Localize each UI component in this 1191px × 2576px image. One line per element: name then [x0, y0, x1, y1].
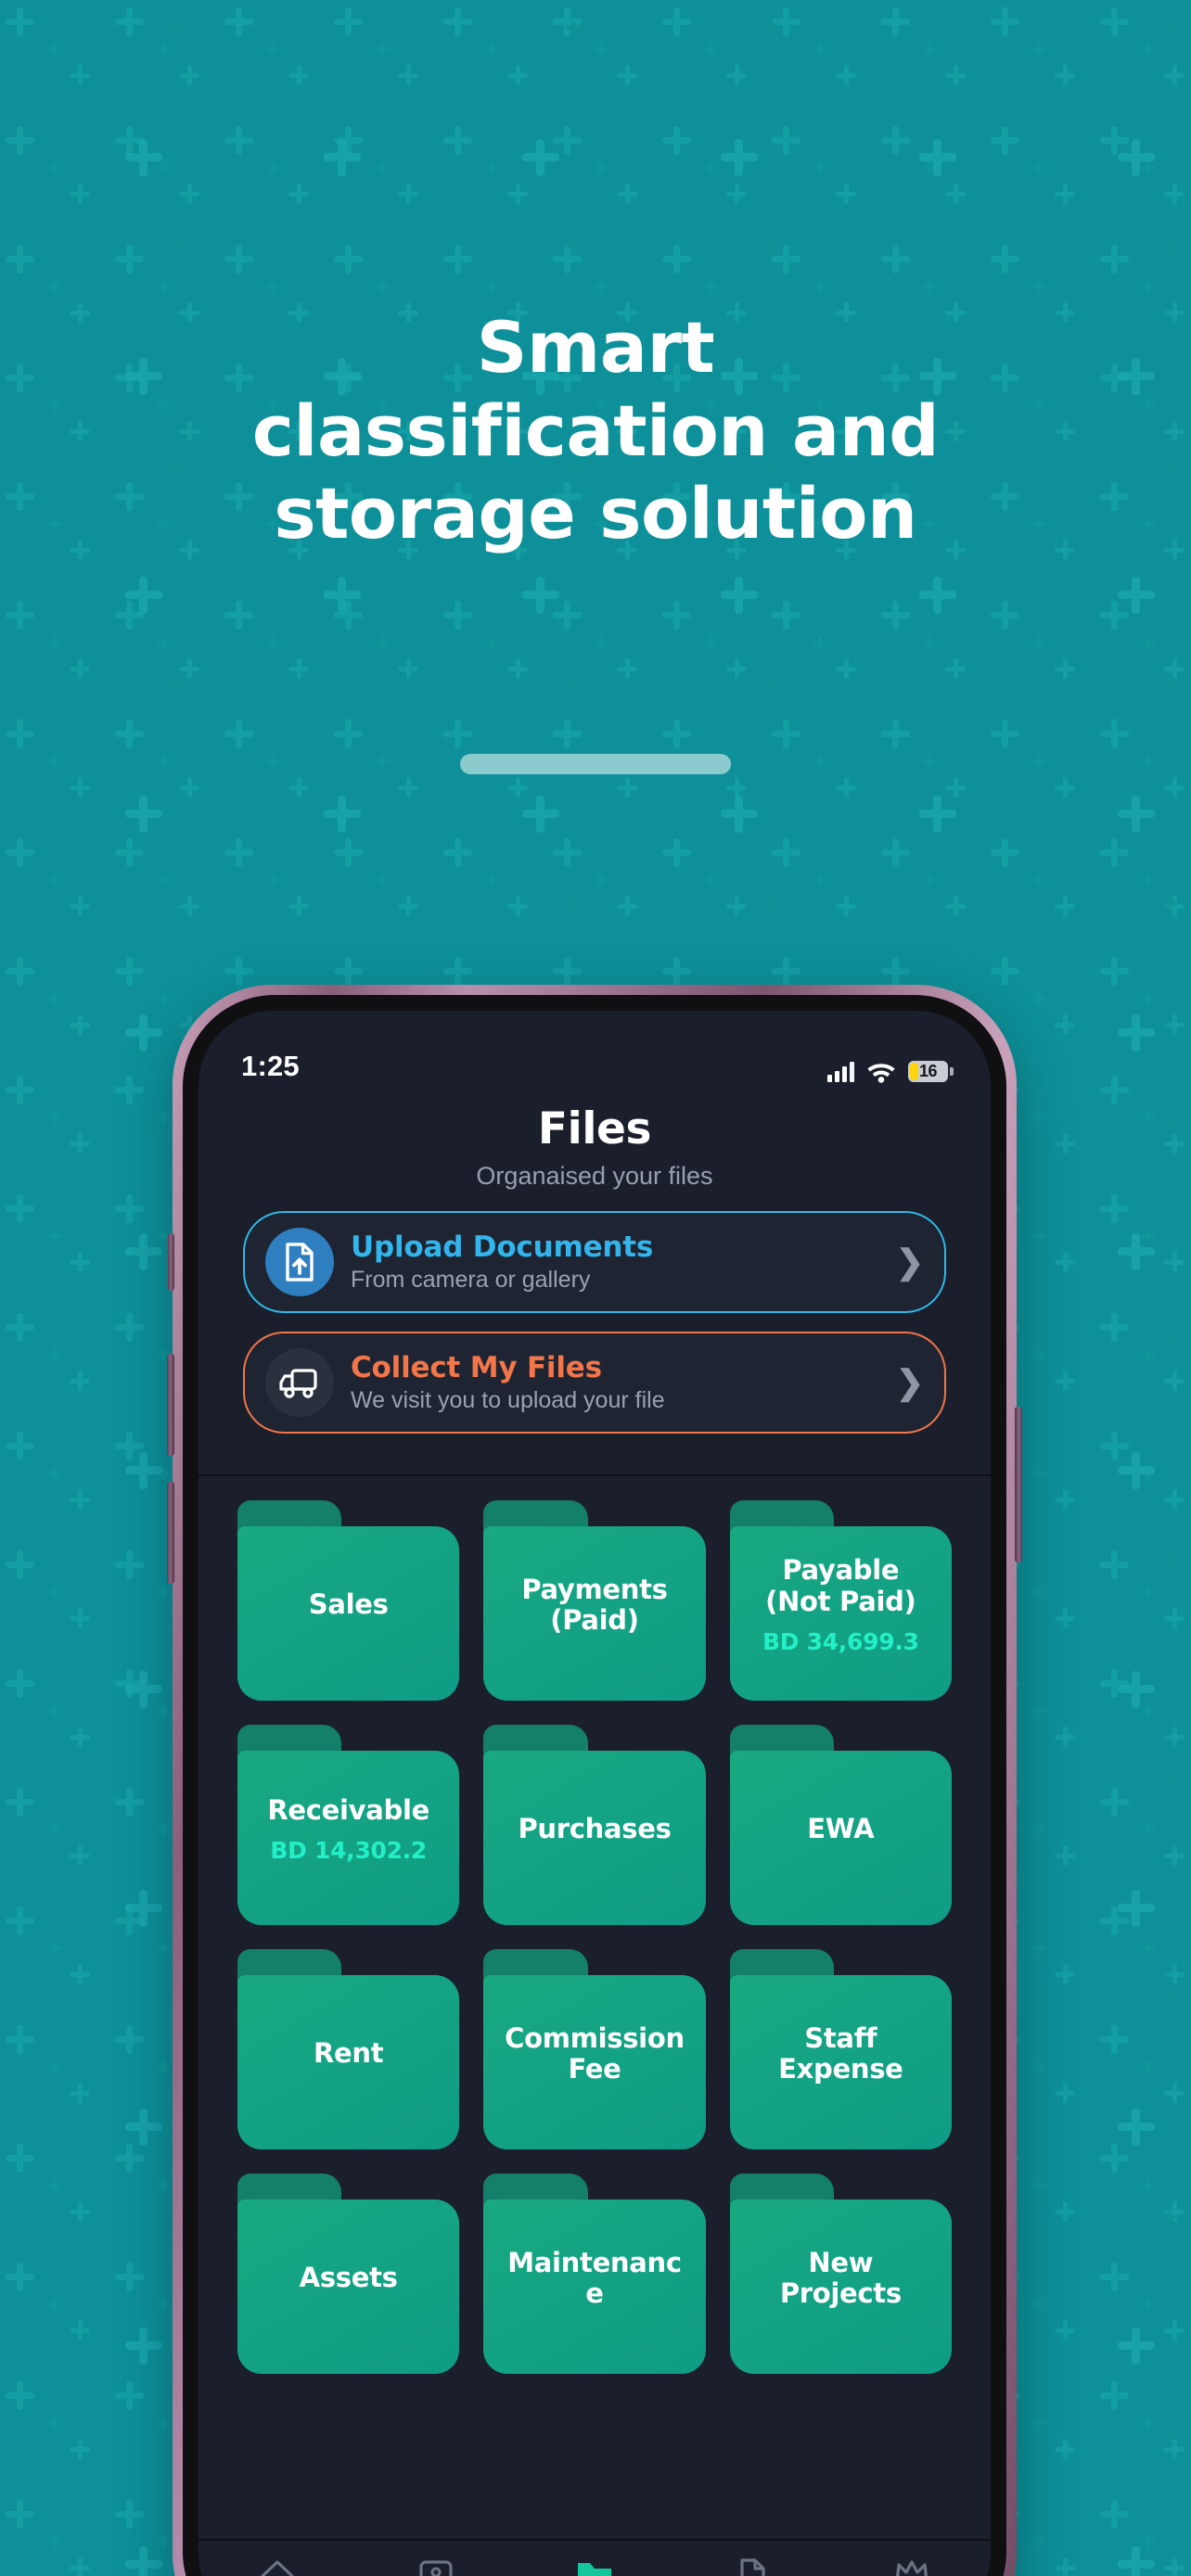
promo-headline-block: Smart classification and storage solutio… [0, 306, 1191, 555]
home-icon [261, 2560, 294, 2576]
folder-item[interactable]: Purchases [483, 1725, 706, 1925]
folder-labels: New Projects [743, 2188, 939, 2357]
volume-down-button[interactable] [167, 1482, 174, 1584]
nav-item-files[interactable] [516, 2557, 674, 2576]
upload-documents-title: Upload Documents [351, 1231, 654, 1264]
folder-labels: Payments (Paid) [496, 1515, 692, 1684]
folder-item[interactable]: Payable (Not Paid) BD 34,699.3 [729, 1500, 952, 1701]
folder-name: Payments (Paid) [521, 1573, 668, 1636]
nav-item-cards[interactable] [357, 2557, 516, 2576]
folder-labels: Rent [250, 1964, 446, 2133]
folder-labels: Assets [250, 2188, 446, 2357]
battery-icon: 16 [908, 1061, 954, 1082]
nav-item-home[interactable] [198, 2557, 357, 2576]
folder-amount: BD 34,699.3 [762, 1627, 919, 1655]
upload-documents-subtitle: From camera or gallery [351, 1267, 591, 1293]
screen-subtitle: Organaised your files [476, 1162, 713, 1190]
folder-name: Sales [308, 1588, 389, 1621]
battery-level: 16 [918, 1062, 938, 1080]
folder-name: Assets [299, 2262, 398, 2294]
crown-icon [895, 2560, 928, 2576]
folder-name: New Projects [779, 2246, 902, 2309]
folder-name: Commission Fee [505, 2021, 685, 2085]
folder-item[interactable]: Rent [237, 1949, 460, 2149]
folder-name: Staff Expense [778, 2021, 903, 2085]
folder-item[interactable]: Receivable BD 14,302.2 [237, 1725, 460, 1925]
delivery-truck-icon [265, 1348, 334, 1417]
app-header: Files Organaised your files [198, 1090, 991, 1191]
upload-documents-card[interactable]: Upload Documents From camera or gallery … [243, 1211, 946, 1313]
collect-my-files-title: Collect My Files [351, 1351, 602, 1384]
folder-item[interactable]: Payments (Paid) [483, 1500, 706, 1701]
nav-item-rewards[interactable] [832, 2557, 991, 2576]
status-bar: 1:25 16 [198, 1011, 991, 1090]
wifi-icon [867, 1064, 895, 1083]
folder-labels: Purchases [496, 1740, 692, 1908]
folder-name: Purchases [518, 1813, 672, 1845]
carousel-indicator[interactable] [460, 754, 731, 774]
folder-item[interactable]: Staff Expense [729, 1949, 952, 2149]
collect-my-files-card[interactable]: Collect My Files We visit you to upload … [243, 1332, 946, 1434]
headline-line-3: storage solution [274, 472, 917, 555]
folder-name: Maintenanc e [507, 2246, 682, 2309]
folder-item[interactable]: Commission Fee [483, 1949, 706, 2149]
headline-line-2: classification and [251, 389, 940, 472]
folder-grid: Sales Payments (Paid) Payable (Not Paid) BD 3… [237, 1500, 952, 2374]
cellular-signal-icon [827, 1061, 854, 1082]
folder-labels: Staff Expense [743, 1964, 939, 2133]
folder-labels: Sales [250, 1515, 446, 1684]
folder-labels: Receivable BD 14,302.2 [250, 1740, 446, 1908]
folder-item[interactable]: New Projects [729, 2174, 952, 2374]
nav-item-documents[interactable] [673, 2557, 832, 2576]
volume-up-button[interactable] [167, 1354, 174, 1456]
folder-name: Receivable [267, 1793, 429, 1826]
folder-item[interactable]: Maintenanc e [483, 2174, 706, 2374]
chevron-right-icon[interactable]: ❯ [892, 1366, 924, 1399]
folder-amount: BD 14,302.2 [270, 1837, 427, 1865]
silence-switch[interactable] [168, 1233, 174, 1291]
phone-screen: 1:25 16 Files Organaised your files Uplo… [198, 1011, 991, 2576]
power-button[interactable] [1015, 1407, 1022, 1562]
phone-mockup: 1:25 16 Files Organaised your files Uplo… [167, 985, 1022, 2576]
folder-item[interactable]: EWA [729, 1725, 952, 1925]
screen-title: Files [537, 1103, 652, 1154]
folder-name: Rent [314, 2037, 384, 2070]
folder-item[interactable]: Assets [237, 2174, 460, 2374]
folder-labels: Maintenanc e [496, 2188, 692, 2357]
action-card-list: Upload Documents From camera or gallery … [198, 1191, 991, 1474]
folder-grid-section: Sales Payments (Paid) Payable (Not Paid) BD 3… [198, 1476, 991, 2374]
page-title: Smart classification and storage solutio… [0, 306, 1191, 555]
folder-item[interactable]: Sales [237, 1500, 460, 1701]
status-clock: 1:25 [241, 1050, 300, 1082]
chevron-right-icon[interactable]: ❯ [892, 1245, 924, 1279]
id-card-icon [419, 2560, 453, 2576]
folder-icon [577, 2563, 611, 2576]
document-upload-icon [265, 1228, 334, 1296]
folder-labels: Payable (Not Paid) BD 34,699.3 [743, 1515, 939, 1684]
folder-labels: EWA [743, 1740, 939, 1908]
document-icon [740, 2558, 765, 2576]
folder-name: Payable (Not Paid) [765, 1554, 916, 1617]
folder-name: EWA [807, 1813, 875, 1845]
bottom-navigation-bar [198, 2539, 991, 2576]
collect-my-files-subtitle: We visit you to upload your file [351, 1387, 665, 1413]
headline-line-1: Smart [476, 306, 715, 389]
folder-labels: Commission Fee [496, 1964, 692, 2133]
